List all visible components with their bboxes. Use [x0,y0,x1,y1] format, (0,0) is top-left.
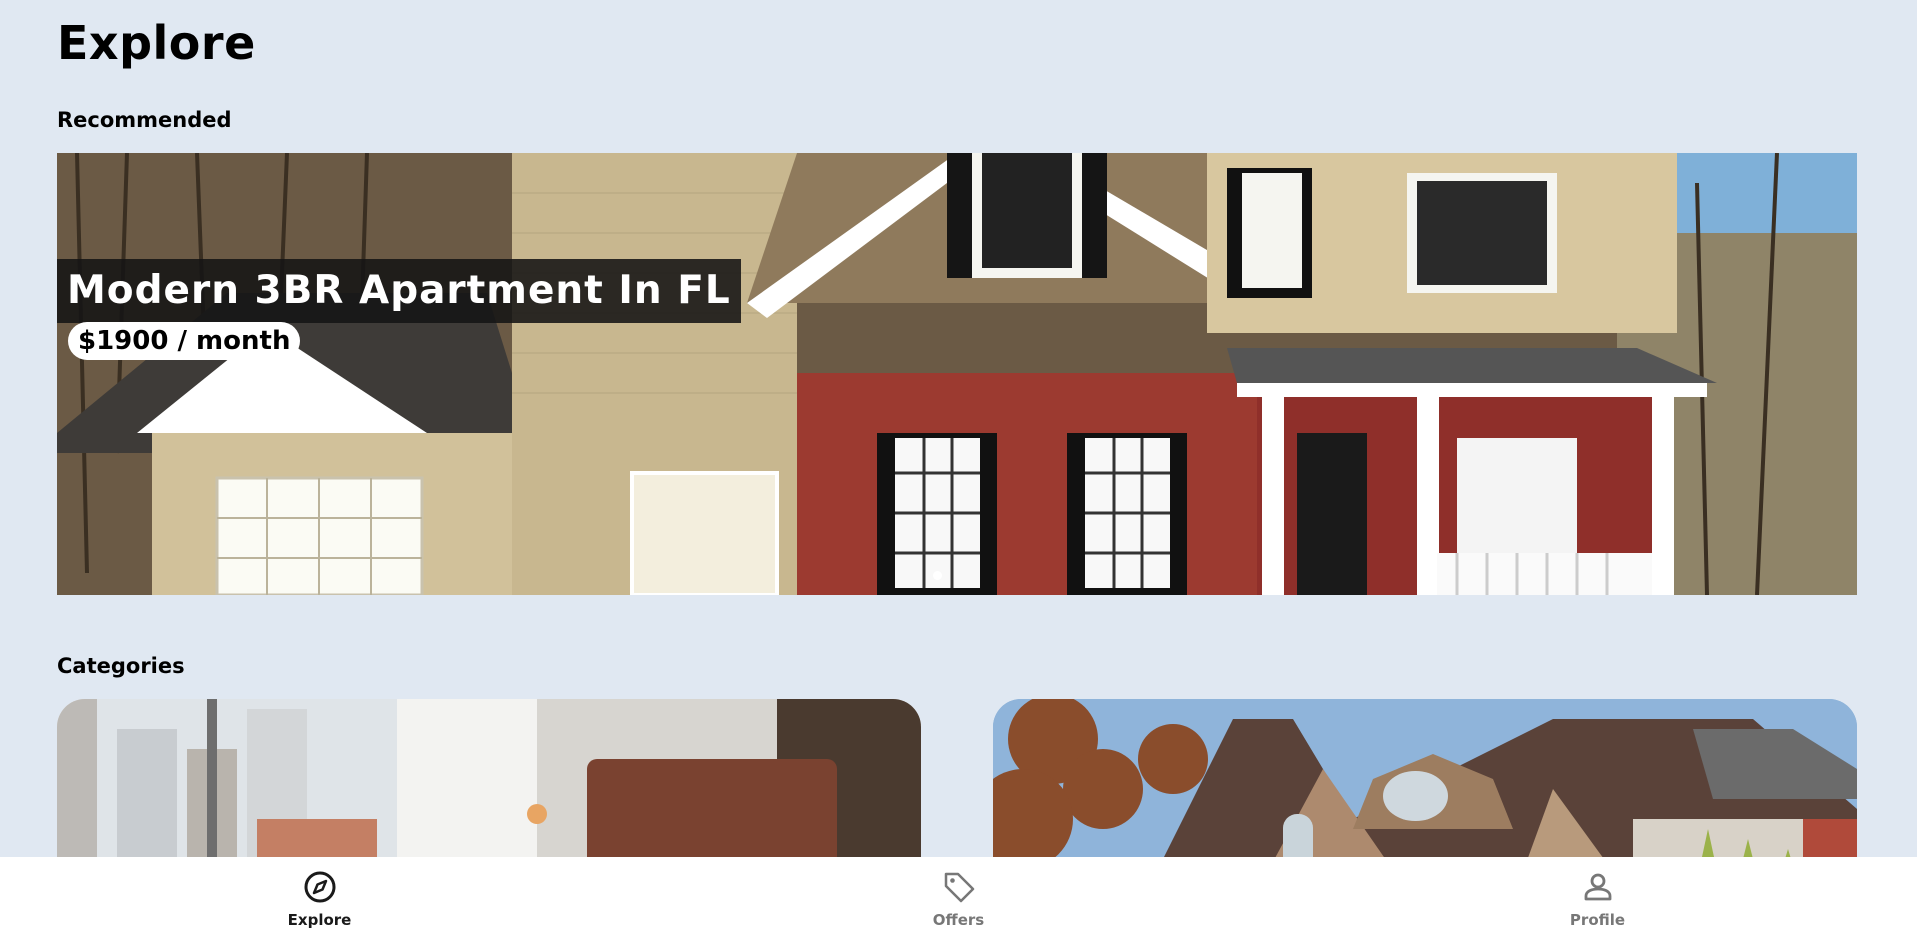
listing-title: Modern 3BR Apartment In FL [57,259,741,323]
nav-item-offers[interactable]: Offers [859,869,1059,929]
bottom-navigation: Explore Offers Profile [0,857,1917,940]
listing-price-badge: $1900 / month [68,322,301,360]
nav-item-profile[interactable]: Profile [1498,869,1698,929]
nav-label-profile: Profile [1569,910,1626,929]
nav-label-offers: Offers [932,910,985,929]
person-icon [1584,873,1611,900]
section-title-categories: Categories [57,654,185,678]
section-title-recommended: Recommended [57,108,232,132]
recommended-card[interactable]: Modern 3BR Apartment In FL $1900 / month [57,153,1857,595]
compass-icon [304,871,335,902]
nav-label-explore: Explore [287,910,352,929]
carousel-indicator-dot[interactable] [933,571,942,580]
house-photo [57,153,1857,595]
nav-item-explore[interactable]: Explore [220,869,420,929]
tag-icon [944,872,974,902]
page-title: Explore [57,16,256,70]
